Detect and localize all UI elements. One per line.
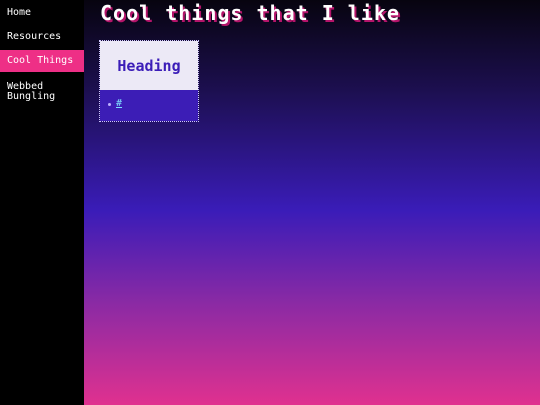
card-header: Heading (100, 41, 198, 90)
sidebar-item-resources[interactable]: Resources (0, 26, 84, 48)
sidebar: Home Resources Cool Things Webbed Bungli… (0, 0, 84, 405)
content-card: Heading # (99, 40, 199, 122)
card-link[interactable]: # (116, 98, 122, 109)
card-body: # (100, 90, 198, 121)
page-title: Cool things that I like (100, 1, 400, 25)
sidebar-item-home[interactable]: Home (0, 2, 84, 24)
card-heading: Heading (117, 56, 181, 75)
sidebar-item-webbed-bungling[interactable]: Webbed Bungling (0, 76, 84, 108)
sidebar-item-cool-things[interactable]: Cool Things (0, 50, 84, 72)
bullet-icon (108, 103, 111, 106)
